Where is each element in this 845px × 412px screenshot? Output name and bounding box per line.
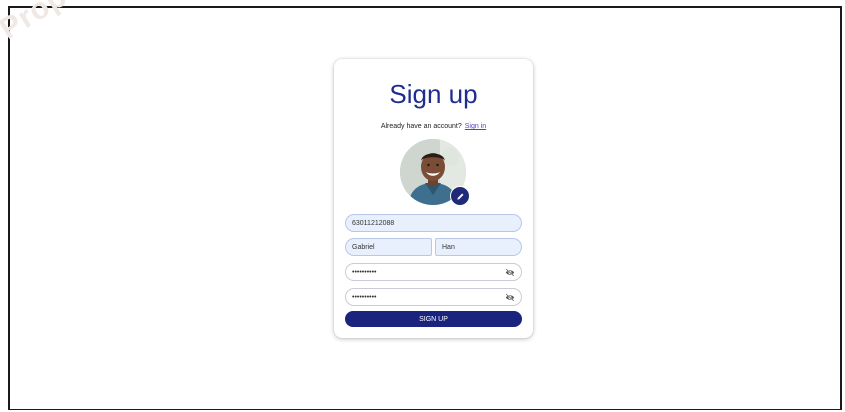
last-name-value: Han — [442, 243, 455, 251]
first-name-field[interactable]: Gabriel — [345, 238, 432, 256]
password-value: •••••••••• — [352, 268, 377, 276]
already-have-account-text: Already have an account? — [380, 123, 462, 130]
signup-card: Sign up Already have an account? Sign in … — [334, 59, 533, 338]
confirm-password-field[interactable]: •••••••••• — [345, 288, 522, 306]
last-name-field[interactable]: Han — [435, 238, 522, 256]
watermark: Property of — [0, 0, 157, 47]
confirm-password-value: •••••••••• — [352, 293, 377, 301]
password-field[interactable]: •••••••••• — [345, 263, 522, 281]
sign-up-button[interactable]: SIGN UP — [345, 311, 522, 327]
phone-field[interactable]: 63011212088 — [345, 214, 522, 232]
sign-in-link[interactable]: Sign in — [465, 123, 486, 130]
eye-slash-icon[interactable] — [505, 268, 515, 277]
pencil-icon — [456, 193, 463, 200]
signin-prompt: Already have an account? Sign in — [334, 123, 533, 130]
edit-avatar-button[interactable] — [450, 186, 470, 206]
phone-value: 63011212088 — [352, 219, 395, 227]
page-title: Sign up — [389, 79, 478, 109]
eye-slash-icon[interactable] — [505, 293, 515, 302]
first-name-value: Gabriel — [352, 243, 375, 251]
